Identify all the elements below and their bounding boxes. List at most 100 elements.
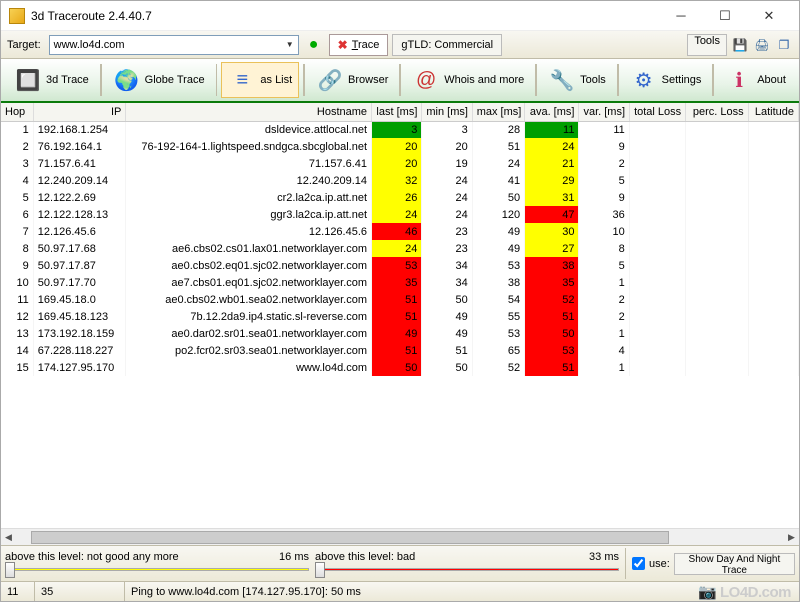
cell: 52: [525, 291, 579, 308]
table-row[interactable]: 1467.228.118.227po2.fcr02.sr03.sea01.net…: [1, 342, 799, 359]
table-row[interactable]: 276.192.164.176-192-164-1.lightspeed.snd…: [1, 138, 799, 155]
table-row[interactable]: 512.122.2.69cr2.la2ca.ip.att.net26245031…: [1, 189, 799, 206]
chevron-down-icon[interactable]: ▼: [286, 40, 294, 49]
minimize-button[interactable]: ─: [659, 2, 703, 30]
go-button[interactable]: ●: [303, 34, 325, 56]
table-row[interactable]: 612.122.128.13ggr3.la2ca.ip.att.net24241…: [1, 206, 799, 223]
settings-button[interactable]: ⚙Settings: [623, 62, 709, 98]
cell: 23: [422, 223, 472, 240]
cell: 20: [372, 155, 422, 172]
table-row[interactable]: 850.97.17.68ae6.cbs02.cs01.lax01.network…: [1, 240, 799, 257]
cell: 50: [422, 359, 472, 376]
cell: 173.192.18.159: [33, 325, 126, 342]
table-row[interactable]: 11169.45.18.0ae0.cbs02.wb01.sea02.networ…: [1, 291, 799, 308]
cell: [686, 223, 748, 240]
cell: 50: [525, 325, 579, 342]
print-icon[interactable]: 🖨: [753, 36, 771, 54]
col-header[interactable]: total Loss: [629, 103, 685, 121]
red-slider[interactable]: [315, 563, 619, 577]
tools-button[interactable]: 🔧Tools: [541, 62, 613, 98]
slider-handle[interactable]: [315, 562, 325, 578]
cell: [748, 308, 798, 325]
target-input[interactable]: www.lo4d.com ▼: [49, 35, 299, 55]
cell: 11: [1, 291, 33, 308]
col-header[interactable]: Latitude: [748, 103, 798, 121]
table-row[interactable]: 15174.127.95.170www.lo4d.com505052511: [1, 359, 799, 376]
whois-button[interactable]: @Whois and more: [405, 62, 531, 98]
slider-handle[interactable]: [5, 562, 15, 578]
gtld-button[interactable]: gTLD: Commercial: [392, 34, 502, 56]
cell: [629, 155, 685, 172]
show-day-night-button[interactable]: Show Day And Night Trace: [674, 553, 795, 575]
browser-button[interactable]: 🔗Browser: [309, 62, 395, 98]
cell: [686, 342, 748, 359]
scrollbar-thumb[interactable]: [31, 531, 669, 544]
cell: 50: [372, 359, 422, 376]
table-row[interactable]: 950.97.17.87ae0.cbs02.eq01.sjc02.network…: [1, 257, 799, 274]
threshold-panel: above this level: not good any more 16 m…: [1, 545, 799, 581]
cell: 1: [579, 359, 629, 376]
scroll-right-icon[interactable]: ▶: [784, 530, 799, 545]
cell: [686, 240, 748, 257]
cell: ae7.cbs01.eq01.sjc02.networklayer.com: [126, 274, 372, 291]
col-header[interactable]: last [ms]: [372, 103, 422, 121]
yellow-slider[interactable]: [5, 563, 309, 577]
cell: [629, 172, 685, 189]
table-row[interactable]: 12169.45.18.1237b.12.2da9.ip4.static.sl-…: [1, 308, 799, 325]
col-header[interactable]: perc. Loss: [686, 103, 748, 121]
scroll-left-icon[interactable]: ◀: [1, 530, 16, 545]
stop-icon: ✖: [338, 38, 348, 52]
red-threshold-block: above this level: bad 33 ms: [315, 548, 619, 579]
trace-table[interactable]: HopIPHostnamelast [ms]min [ms]max [ms]av…: [1, 103, 799, 376]
cell: 76.192.164.1: [33, 138, 126, 155]
cell: 51: [525, 359, 579, 376]
cell: ae0.cbs02.eq01.sjc02.networklayer.com: [126, 257, 372, 274]
col-header[interactable]: Hostname: [126, 103, 372, 121]
trace-button[interactable]: ✖ TTracerace: [329, 34, 389, 56]
cell: 51: [525, 308, 579, 325]
cell: 50.97.17.70: [33, 274, 126, 291]
globe-trace-button[interactable]: 🌍Globe Trace: [106, 62, 212, 98]
info-icon: ℹ: [725, 66, 753, 94]
cell: 53: [372, 257, 422, 274]
cell: [629, 240, 685, 257]
as-list-button[interactable]: ≡as List: [221, 62, 299, 98]
play-icon: ●: [309, 36, 319, 54]
cell: [748, 155, 798, 172]
save-icon[interactable]: 💾: [731, 36, 749, 54]
trace3d-button[interactable]: 🔲3d Trace: [7, 62, 96, 98]
tools-menu-button[interactable]: Tools: [687, 34, 727, 56]
cell: 35: [372, 274, 422, 291]
col-header[interactable]: Hop: [1, 103, 33, 121]
col-header[interactable]: ava. [ms]: [525, 103, 579, 121]
close-button[interactable]: ✕: [747, 2, 791, 30]
cell: [629, 291, 685, 308]
cell: 29: [525, 172, 579, 189]
cell: [686, 359, 748, 376]
status-ping: Ping to www.lo4d.com [174.127.95.170]: 5…: [125, 582, 698, 601]
cell: 49: [372, 325, 422, 342]
table-row[interactable]: 712.126.45.612.126.45.64623493010: [1, 223, 799, 240]
cell: [686, 274, 748, 291]
col-header[interactable]: IP: [33, 103, 126, 121]
cell: 4: [1, 172, 33, 189]
cell: 50.97.17.87: [33, 257, 126, 274]
horizontal-scrollbar[interactable]: ◀ ▶: [1, 528, 799, 545]
table-row[interactable]: 371.157.6.4171.157.6.41201924212: [1, 155, 799, 172]
cell: 10: [579, 223, 629, 240]
use-checkbox[interactable]: [632, 557, 645, 570]
maximize-button[interactable]: ☐: [703, 2, 747, 30]
col-header[interactable]: min [ms]: [422, 103, 472, 121]
cell: [629, 274, 685, 291]
col-header[interactable]: var. [ms]: [579, 103, 629, 121]
cell: 15: [1, 359, 33, 376]
table-row[interactable]: 1050.97.17.70ae7.cbs01.eq01.sjc02.networ…: [1, 274, 799, 291]
cell: [629, 121, 685, 138]
col-header[interactable]: max [ms]: [472, 103, 524, 121]
table-row[interactable]: 13173.192.18.159ae0.dar02.sr01.sea01.net…: [1, 325, 799, 342]
about-button[interactable]: ℹAbout: [718, 62, 793, 98]
table-row[interactable]: 1192.168.1.254dsldevice.attlocal.net3328…: [1, 121, 799, 138]
table-row[interactable]: 412.240.209.1412.240.209.14322441295: [1, 172, 799, 189]
windows-icon[interactable]: ❐: [775, 36, 793, 54]
cell: 3: [372, 121, 422, 138]
